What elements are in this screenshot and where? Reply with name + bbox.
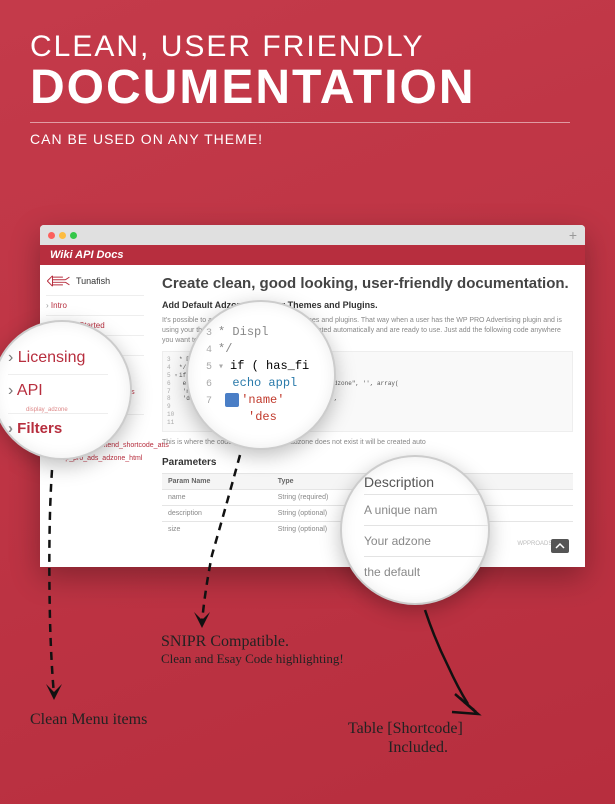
scroll-to-top-button[interactable] xyxy=(551,539,569,553)
minimize-icon[interactable] xyxy=(59,232,66,239)
magnifier-table: Description A unique nam Your adzone the… xyxy=(340,455,490,605)
magnifier-code: 3* Displ 4*/ 5 ▾if ( has_fi 6 echo appl … xyxy=(186,300,336,450)
fold-icon xyxy=(225,393,239,407)
zoomed-menu-item: Licensing xyxy=(8,342,130,374)
browser-chrome: + xyxy=(40,225,585,245)
page-title: Create clean, good looking, user-friendl… xyxy=(162,275,573,292)
header-subline: CAN BE USED ON ANY THEME! xyxy=(30,131,585,147)
header-line2: DOCUMENTATION xyxy=(30,64,585,112)
header-divider xyxy=(30,122,570,123)
chevron-up-icon xyxy=(555,542,565,550)
close-icon[interactable] xyxy=(48,232,55,239)
params-heading: Parameters xyxy=(162,457,573,468)
zoomed-table-row: the default xyxy=(364,556,488,587)
header-line1: CLEAN, USER FRIENDLY xyxy=(30,30,585,64)
annotation-snipr: SNIPR Compatible. Clean and Esay Code hi… xyxy=(161,632,344,667)
fish-icon xyxy=(46,273,72,289)
app-title: Wiki API Docs xyxy=(40,245,585,265)
zoomed-menu-heading: Filters xyxy=(8,414,130,439)
annotation-table: Table [Shortcode] Included. xyxy=(348,719,463,757)
maximize-icon[interactable] xyxy=(70,232,77,239)
zoomed-table-row: A unique nam xyxy=(364,494,488,525)
new-tab-button[interactable]: + xyxy=(569,227,577,243)
zoomed-menu-item: API xyxy=(8,375,130,407)
annotation-menu: Clean Menu items xyxy=(30,710,147,729)
zoomed-table-row: Your adzone xyxy=(364,525,488,556)
brand-logo: Tunafish xyxy=(46,273,144,289)
brand-name: Tunafish xyxy=(76,276,110,286)
sidebar-item-intro[interactable]: Intro xyxy=(46,298,144,313)
